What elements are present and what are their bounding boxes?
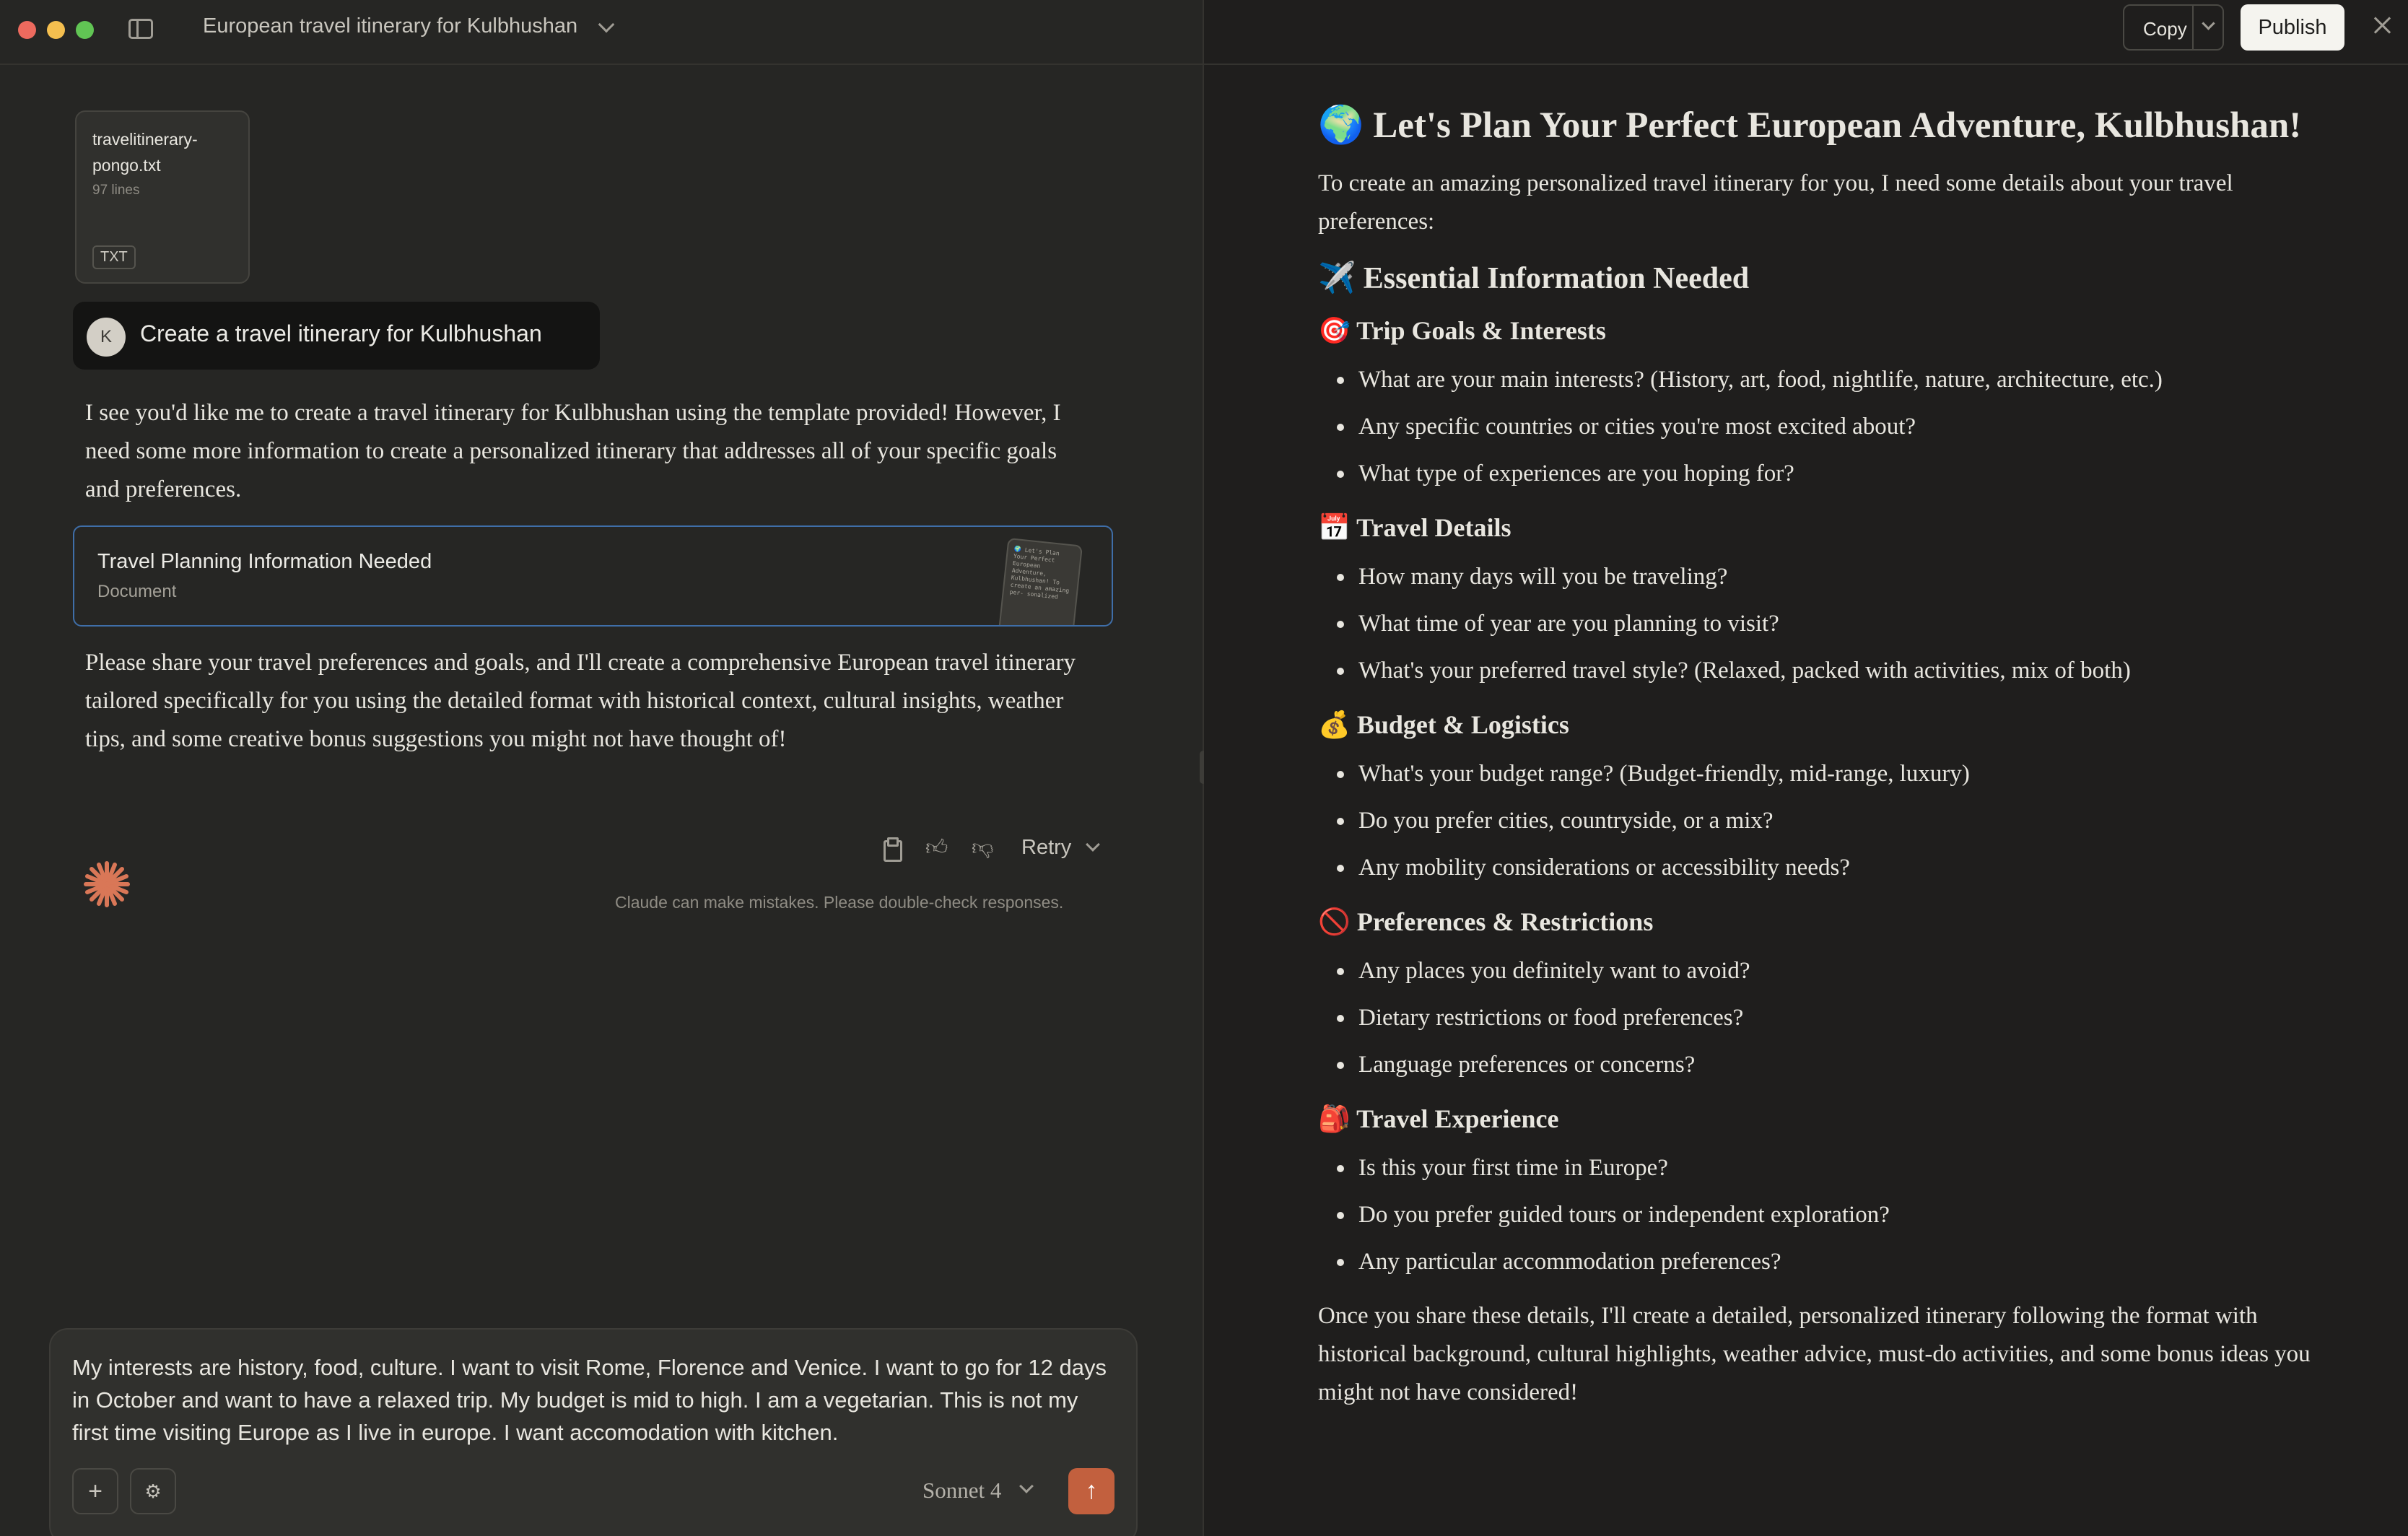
window-maximize-button[interactable] — [76, 21, 94, 39]
list-item: What type of experiences are you hoping … — [1318, 450, 2336, 497]
attachment-filename: travelitinerary-pongo.txt — [92, 130, 198, 175]
list-item: Dietary restrictions or food preferences… — [1318, 995, 2336, 1042]
list-item: Do you prefer cities, countryside, or a … — [1318, 798, 2336, 845]
artifact-card[interactable]: Travel Planning Information Needed Docum… — [73, 525, 1113, 627]
list-item: Any specific countries or cities you're … — [1318, 403, 2336, 450]
add-attachment-button[interactable]: + — [72, 1468, 118, 1514]
conversation-title[interactable]: European travel itinerary for Kulbhushan — [203, 14, 577, 38]
copy-button[interactable]: Copy — [2123, 4, 2224, 51]
window-close-button[interactable] — [18, 21, 36, 39]
close-icon[interactable] — [2371, 14, 2393, 36]
list-item: What time of year are you planning to vi… — [1318, 601, 2336, 647]
section-list: Any places you definitely want to avoid?… — [1318, 948, 2336, 1088]
document-heading: ✈️ Essential Information Needed — [1318, 262, 1750, 295]
list-item: Do you prefer guided tours or independen… — [1318, 1192, 2336, 1239]
attachment-type-badge: TXT — [92, 245, 136, 269]
list-item: Is this your first time in Europe? — [1318, 1145, 2336, 1192]
chat-pane: European travel itinerary for Kulbhushan… — [0, 0, 1203, 1536]
tools-settings-button[interactable]: ⚙ — [130, 1468, 176, 1514]
message-actions: 👍︎ 👎︎ Retry — [873, 830, 1112, 866]
section-budget-logistics: 💰 Budget & Logistics What's your budget … — [1318, 706, 2336, 891]
section-list: Is this your first time in Europe? Do yo… — [1318, 1145, 2336, 1286]
avatar: K — [87, 318, 126, 357]
sidebar-toggle-icon[interactable] — [128, 19, 153, 39]
list-item: What's your budget range? (Budget-friend… — [1318, 751, 2336, 798]
assistant-paragraph: I see you'd like me to create a travel i… — [85, 400, 1061, 502]
send-button[interactable]: ↑ — [1068, 1468, 1114, 1514]
section-heading: 💰 Budget & Logistics — [1318, 710, 1569, 739]
section-preferences: 🚫 Preferences & Restrictions Any places … — [1318, 903, 2336, 1088]
list-item: Any mobility considerations or accessibi… — [1318, 845, 2336, 891]
user-message: K Create a travel itinerary for Kulbhush… — [73, 302, 600, 370]
list-item: What's your preferred travel style? (Rel… — [1318, 647, 2336, 694]
section-list: How many days will you be traveling? Wha… — [1318, 554, 2336, 694]
list-item: Language preferences or concerns? — [1318, 1042, 2336, 1088]
attachment-line-count: 97 lines — [92, 183, 140, 198]
retry-button[interactable]: Retry — [1021, 836, 1071, 860]
section-list: What's your budget range? (Budget-friend… — [1318, 751, 2336, 891]
chevron-down-icon[interactable] — [2202, 17, 2215, 30]
model-selector[interactable]: Sonnet 4 — [922, 1478, 1001, 1504]
section-heading: 🎯 Trip Goals & Interests — [1318, 316, 1606, 345]
list-item: What are your main interests? (History, … — [1318, 357, 2336, 403]
section-list: What are your main interests? (History, … — [1318, 357, 2336, 497]
section-travel-experience: 🎒 Travel Experience Is this your first t… — [1318, 1100, 2336, 1286]
window-minimize-button[interactable] — [47, 21, 65, 39]
list-item: Any particular accommodation preferences… — [1318, 1239, 2336, 1286]
artifact-pane: Copy Publish 🌍 Let's Plan Your Perfect E… — [1204, 0, 2408, 1536]
split-divider — [2192, 6, 2194, 49]
chevron-down-icon[interactable] — [1086, 837, 1100, 852]
section-travel-details: 📅 Travel Details How many days will you … — [1318, 509, 2336, 694]
section-trip-goals: 🎯 Trip Goals & Interests What are your m… — [1318, 312, 2336, 497]
chevron-down-icon[interactable] — [598, 16, 615, 33]
artifact-document: 🌍 Let's Plan Your Perfect European Adven… — [1318, 102, 2336, 1412]
chevron-down-icon[interactable] — [1019, 1479, 1034, 1493]
composer-input[interactable]: My interests are history, food, culture.… — [72, 1351, 1119, 1449]
list-item: How many days will you be traveling? — [1318, 554, 2336, 601]
artifact-type: Document — [97, 582, 177, 601]
artifact-thumbnail: 🌍 Let's Plan Your Perfect European Adven… — [997, 537, 1083, 625]
copy-button-label: Copy — [2143, 18, 2187, 40]
thumbs-up-icon[interactable]: 👍︎ — [925, 837, 948, 859]
title-bar: European travel itinerary for Kulbhushan — [0, 0, 1203, 65]
section-heading: 🎒 Travel Experience — [1318, 1104, 1559, 1133]
thumbs-down-icon[interactable]: 👎︎ — [972, 837, 993, 859]
artifact-header: Copy Publish — [1204, 0, 2408, 65]
claude-logo-icon — [84, 861, 130, 907]
document-intro: To create an amazing personalized travel… — [1318, 170, 2233, 235]
document-outro: Once you share these details, I'll creat… — [1318, 1303, 2311, 1405]
disclaimer-text: Claude can make mistakes. Please double-… — [615, 893, 1064, 912]
publish-button[interactable]: Publish — [2241, 4, 2344, 51]
copy-icon[interactable] — [881, 837, 902, 862]
assistant-paragraph: Please share your travel preferences and… — [85, 650, 1076, 752]
artifact-title: Travel Planning Information Needed — [97, 550, 432, 573]
user-message-text: Create a travel itinerary for Kulbhushan — [140, 320, 542, 346]
section-heading: 📅 Travel Details — [1318, 513, 1511, 542]
document-title: 🌍 Let's Plan Your Perfect European Adven… — [1318, 105, 2302, 146]
list-item: Any places you definitely want to avoid? — [1318, 948, 2336, 995]
attachment-card[interactable]: travelitinerary-pongo.txt 97 lines TXT — [75, 110, 250, 284]
message-composer[interactable]: My interests are history, food, culture.… — [49, 1328, 1138, 1536]
section-heading: 🚫 Preferences & Restrictions — [1318, 907, 1654, 936]
